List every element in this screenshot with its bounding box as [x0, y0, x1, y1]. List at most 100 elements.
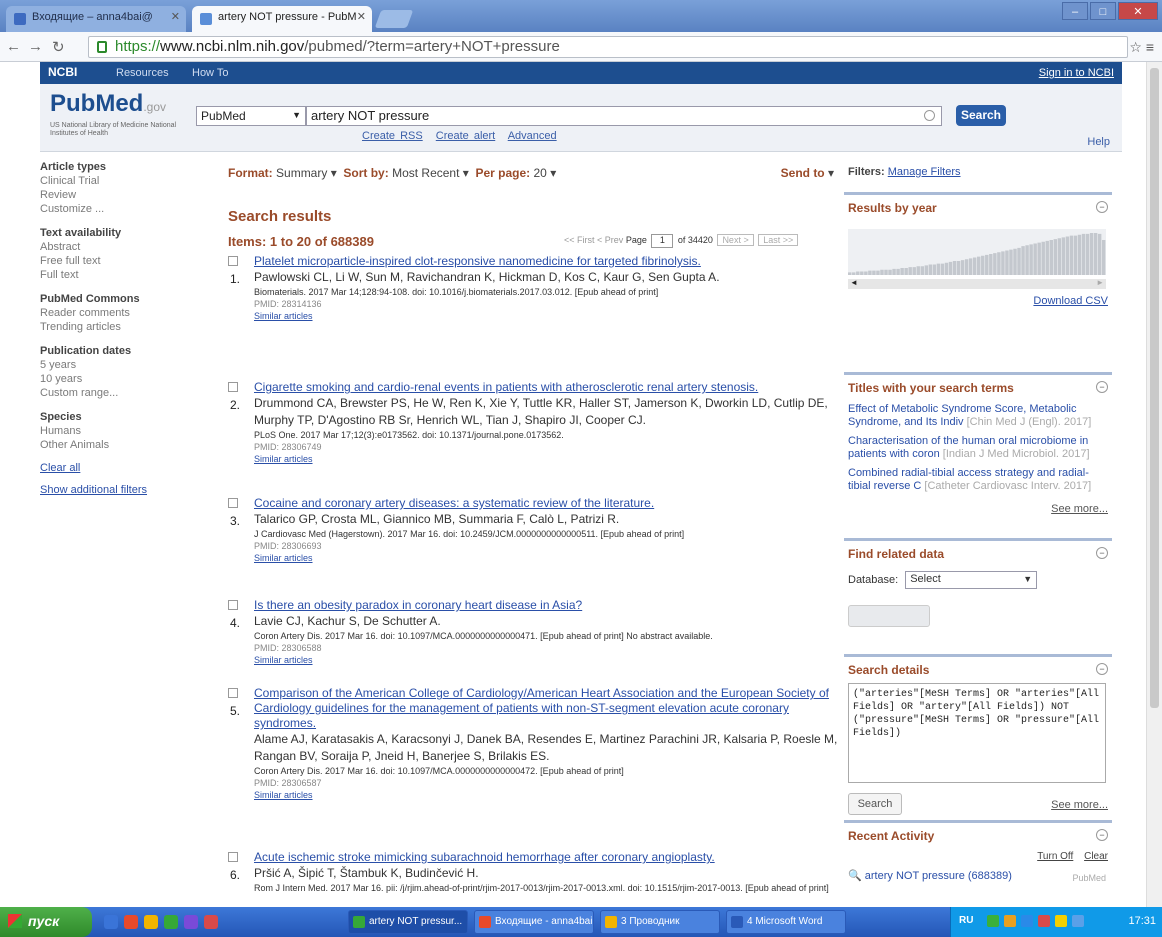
- media-icon[interactable]: [184, 915, 198, 929]
- format-select[interactable]: Summary: [276, 166, 327, 180]
- year-bar[interactable]: [972, 257, 977, 276]
- results-by-year-chart[interactable]: [848, 229, 1106, 275]
- taskbar-item[interactable]: 4 Microsoft Word: [726, 910, 846, 934]
- maximize-button[interactable]: □: [1090, 2, 1116, 20]
- select-checkbox[interactable]: [228, 688, 238, 698]
- year-bar[interactable]: [997, 252, 1001, 275]
- create-alert-link[interactable]: Create alert: [436, 130, 495, 142]
- year-bar[interactable]: [960, 260, 965, 275]
- send-to-menu[interactable]: Send to ▾: [781, 166, 834, 180]
- year-bar[interactable]: [1097, 233, 1102, 275]
- close-icon[interactable]: ✕: [171, 10, 180, 23]
- opera-icon[interactable]: [124, 915, 138, 929]
- year-bar[interactable]: [884, 269, 888, 275]
- year-bar[interactable]: [1025, 245, 1029, 275]
- year-bar[interactable]: [912, 267, 916, 275]
- turn-off-link[interactable]: Turn Off: [1037, 851, 1073, 862]
- chart-scrollbar[interactable]: ◄ ►: [848, 278, 1106, 289]
- minimize-button[interactable]: –: [1062, 2, 1088, 20]
- close-window-button[interactable]: ✕: [1118, 2, 1158, 20]
- filter-reader-comments[interactable]: Reader comments: [40, 306, 210, 320]
- similar-articles-link[interactable]: Similar articles: [254, 654, 838, 666]
- url-input[interactable]: https://www.ncbi.nlm.nih.gov/pubmed/?ter…: [88, 36, 1128, 58]
- year-bar[interactable]: [1089, 233, 1094, 275]
- year-bar[interactable]: [944, 262, 949, 275]
- year-bar[interactable]: [928, 264, 933, 276]
- select-checkbox[interactable]: [228, 256, 238, 266]
- language-indicator[interactable]: RU: [959, 915, 973, 926]
- year-bar[interactable]: [896, 268, 900, 275]
- select-checkbox[interactable]: [228, 600, 238, 610]
- related-database-select[interactable]: Select ▼: [905, 571, 1038, 589]
- similar-articles-link[interactable]: Similar articles: [254, 310, 838, 322]
- year-bar[interactable]: [1001, 251, 1005, 275]
- ie-icon[interactable]: [104, 915, 118, 929]
- taskbar-item[interactable]: artery NOT pressur...: [348, 910, 468, 934]
- result-title-link[interactable]: Cocaine and coronary artery diseases: a …: [254, 496, 838, 511]
- year-bar[interactable]: [936, 263, 941, 275]
- browser-tab-pubmed[interactable]: artery NOT pressure - PubM ✕: [192, 6, 372, 32]
- result-title-link[interactable]: Acute ischemic stroke mimicking subarach…: [254, 850, 838, 865]
- similar-articles-link[interactable]: Similar articles: [254, 453, 838, 465]
- year-bar[interactable]: [1041, 241, 1045, 275]
- year-bar[interactable]: [1017, 247, 1021, 275]
- clear-icon[interactable]: [924, 110, 935, 121]
- year-bar[interactable]: [1045, 240, 1049, 275]
- close-icon[interactable]: ✕: [357, 10, 366, 23]
- pager-next-button[interactable]: Next >: [717, 234, 754, 246]
- year-bar[interactable]: [1057, 238, 1062, 275]
- year-bar[interactable]: [848, 272, 852, 275]
- year-bar[interactable]: [1053, 239, 1058, 275]
- year-bar[interactable]: [1101, 240, 1106, 275]
- year-bar[interactable]: [860, 271, 864, 276]
- filter-clinical-trial[interactable]: Clinical Trial: [40, 174, 210, 188]
- related-title-item[interactable]: Characterisation of the human oral micro…: [848, 435, 1106, 461]
- year-bar[interactable]: [968, 258, 973, 275]
- page-number-input[interactable]: 1: [651, 234, 674, 248]
- year-bar[interactable]: [993, 253, 997, 275]
- browser-tab-mail[interactable]: Входящие – anna4bai@ ✕: [6, 6, 186, 32]
- year-bar[interactable]: [952, 261, 957, 275]
- howto-menu[interactable]: How To: [192, 67, 228, 79]
- signin-link[interactable]: Sign in to NCBI: [1039, 67, 1114, 79]
- year-bar[interactable]: [1013, 248, 1017, 275]
- filter-5-years[interactable]: 5 years: [40, 358, 210, 372]
- year-bar[interactable]: [916, 266, 920, 275]
- app-icon[interactable]: [204, 915, 218, 929]
- filter-10-years[interactable]: 10 years: [40, 372, 210, 386]
- year-bar[interactable]: [864, 271, 868, 276]
- related-title-item[interactable]: Combined radial-tibial access strategy a…: [848, 467, 1106, 493]
- year-bar[interactable]: [1061, 237, 1066, 275]
- year-bar[interactable]: [989, 254, 993, 275]
- volume-icon[interactable]: [1021, 915, 1033, 927]
- scroll-left-icon[interactable]: ◄: [850, 278, 858, 287]
- update-icon[interactable]: [1055, 915, 1067, 927]
- bluetooth-icon[interactable]: [1072, 915, 1084, 927]
- year-bar[interactable]: [1077, 234, 1082, 275]
- start-button[interactable]: пуск: [0, 907, 92, 937]
- year-bar[interactable]: [1005, 250, 1009, 276]
- chrome-icon[interactable]: [164, 915, 178, 929]
- taskbar-item[interactable]: 3 Проводник: [600, 910, 720, 934]
- sortby-select[interactable]: Most Recent: [392, 166, 459, 180]
- collapse-icon[interactable]: −: [1096, 381, 1108, 393]
- year-bar[interactable]: [900, 268, 904, 275]
- ncbi-logo[interactable]: NCBI: [48, 65, 77, 79]
- pager-last-button[interactable]: Last >>: [758, 234, 799, 246]
- year-bar[interactable]: [964, 259, 969, 275]
- perpage-select[interactable]: 20: [534, 166, 547, 180]
- database-select[interactable]: PubMed ▼: [196, 106, 306, 126]
- filter-humans[interactable]: Humans: [40, 424, 210, 438]
- year-bar[interactable]: [1073, 235, 1078, 275]
- search-details-textarea[interactable]: ("arteries"[MeSH Terms] OR "arteries"[Al…: [848, 683, 1106, 783]
- shield-icon[interactable]: [1004, 915, 1016, 927]
- similar-articles-link[interactable]: Similar articles: [254, 552, 838, 564]
- clear-all-link[interactable]: Clear all: [40, 462, 210, 474]
- year-bar[interactable]: [948, 261, 953, 275]
- collapse-icon[interactable]: −: [1096, 547, 1108, 559]
- year-bar[interactable]: [1049, 240, 1053, 275]
- year-bar[interactable]: [880, 269, 884, 275]
- filter-other-animals[interactable]: Other Animals: [40, 438, 210, 452]
- year-bar[interactable]: [981, 255, 985, 275]
- pager-prev[interactable]: < Prev: [597, 235, 623, 245]
